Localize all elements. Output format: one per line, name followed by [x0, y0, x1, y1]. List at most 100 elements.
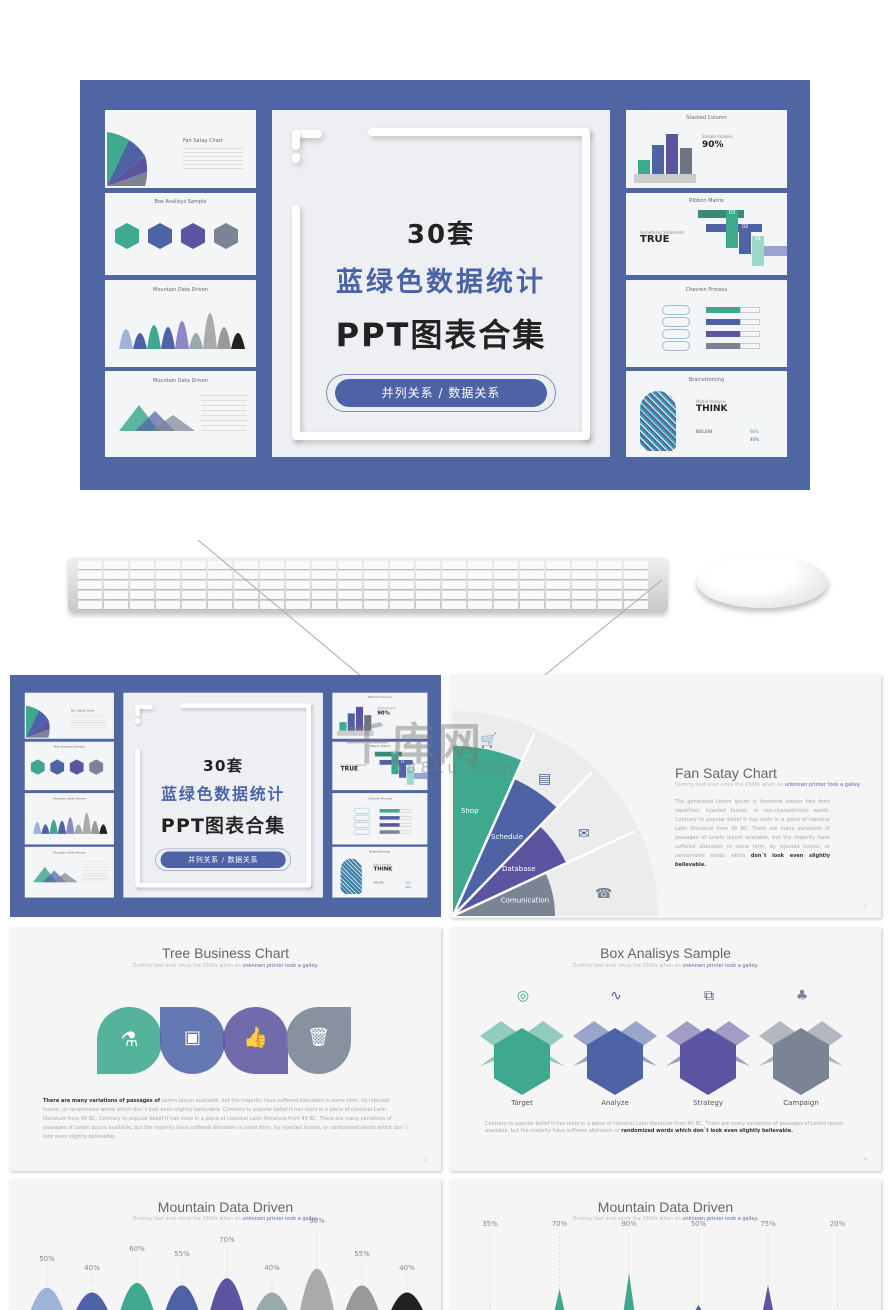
ribbon	[764, 246, 787, 256]
thumb-box-analysis[interactable]: Box Analisys Sample	[105, 193, 256, 275]
thumb-mountain-2[interactable]: Mountain Data Driven	[105, 371, 256, 457]
cover-title-ppt: PPT图表合集	[123, 811, 323, 838]
thumb-brainstorming[interactable]: Brainstroming Media Analysis THINK 800,6…	[332, 847, 427, 898]
page-number: 3	[424, 1157, 427, 1163]
frame-dot	[292, 153, 300, 163]
ribbon-number: 02	[739, 224, 751, 254]
mountain-mark	[41, 824, 49, 833]
fan-sector-label: Schedule	[491, 833, 523, 841]
thumb-mountain-2[interactable]: Mountain Data Driven	[25, 847, 114, 898]
legend-lines	[81, 861, 108, 882]
mountain-graphic	[31, 808, 108, 835]
trash-icon: 🗑	[286, 1027, 351, 1048]
thumb-title: Mountain Data Driven	[105, 378, 256, 384]
mountain-mark	[33, 822, 41, 834]
stat-number: 800,694	[374, 881, 384, 884]
thumb-title: Box Analisys Sample	[105, 199, 256, 205]
mountain-value-label: 40%	[257, 1264, 287, 1272]
slide-body: There are many variations of passages of…	[43, 1097, 408, 1142]
thumb-stacked-column[interactable]: Stacked Column Simple Analysis 90%	[626, 110, 787, 188]
mountain-value-label: 35%	[475, 1220, 505, 1228]
box-icon	[214, 223, 238, 249]
mountain-mark	[299, 1269, 335, 1310]
thumb-mountain-1[interactable]: Mountain Data Driven	[105, 280, 256, 367]
chevron-outline	[662, 317, 690, 327]
stat-number: 800,694	[696, 429, 713, 434]
thumb-title: Mountain Data Driven	[25, 797, 114, 801]
thumb-brainstorming[interactable]: Brainstroming Media Analysis THINK 800,6…	[626, 371, 787, 457]
slide-fan-satay-chart[interactable]: ShopScheduleDatabaseComunication🛒▤✉☎ Fan…	[450, 675, 881, 918]
thumb-mountain-1[interactable]: Mountain Data Driven	[25, 793, 114, 844]
watermark-url: 588ku.com	[392, 758, 517, 777]
strategy-icon: ⧉	[694, 988, 724, 1004]
cover-slide: 30套 蓝绿色数据统计 PPT图表合集 并列关系 / 数据关系	[123, 693, 323, 898]
legend-lines	[201, 395, 247, 431]
mountain-value-label: 55%	[167, 1250, 197, 1258]
chevron-text-box	[740, 343, 760, 349]
fan-chart: ShopScheduleDatabaseComunication🛒▤✉☎	[450, 675, 710, 918]
thumb-fan-chart[interactable]: Fan Satay Chart	[25, 693, 114, 739]
box-icon	[115, 223, 139, 249]
chevron-text-box	[740, 307, 760, 313]
mountain-graphic	[115, 305, 246, 350]
chevron-text-box	[400, 809, 412, 813]
slide-box-analysis-sample[interactable]: Box Analisys Sample Dummy text ever sinc…	[450, 928, 881, 1171]
flask-icon: ⚗	[97, 1027, 162, 1051]
mountain-mark	[58, 821, 66, 834]
chevron-outline	[662, 329, 690, 339]
cover-title-cn: 蓝绿色数据统计	[123, 781, 323, 804]
mountain-value-label: 50%	[684, 1220, 714, 1228]
cover-tag: 并列关系 / 数据关系	[335, 379, 547, 407]
box-icon	[70, 759, 84, 774]
chevron-step	[706, 343, 740, 349]
mountain-mark	[254, 1293, 290, 1310]
box-icon	[148, 223, 172, 249]
mountain-mark	[133, 333, 147, 349]
fan-sector-label: Database	[502, 865, 535, 873]
leaf-flask: ⚗	[97, 1007, 162, 1074]
mountain-mark	[147, 325, 161, 349]
stat-percent: 40%	[406, 886, 411, 889]
box-icon	[89, 759, 103, 774]
thumb-chevron-process[interactable]: Chevron Process	[332, 793, 427, 844]
thumb-ribbon-matrix[interactable]: Ribbon Matrix Something Statement TRUE 0…	[626, 193, 787, 275]
thumb-fan-chart[interactable]: Fan Satay Chart	[105, 110, 256, 188]
thumb-title: Box Analisys Sample	[25, 745, 114, 749]
mountain-graphic	[117, 393, 197, 433]
box-icon	[50, 759, 64, 774]
mountain-mark	[119, 329, 133, 349]
thumb-title: Brainstroming	[332, 850, 427, 854]
thumb-title: Chevron Process	[626, 287, 787, 293]
thumb-title: Fan Satay Chart	[183, 138, 223, 144]
leaf-trash: 🗑	[286, 1007, 351, 1074]
cover-tag-outline: 并列关系 / 数据关系	[155, 849, 291, 871]
thumb-chevron-process[interactable]: Chevron Process	[626, 280, 787, 367]
slide-title: Box Analisys Sample	[450, 945, 881, 961]
column	[652, 145, 664, 174]
mountain-mark	[99, 824, 107, 833]
leaf-thumbs-up: 👍	[223, 1007, 288, 1074]
mountain-mark	[164, 1285, 200, 1310]
chevron-step	[380, 823, 400, 827]
chevron-step	[380, 809, 400, 813]
mountain-mark	[389, 1293, 425, 1310]
mountain-value-label: 40%	[77, 1264, 107, 1272]
slide-mountain-data-left[interactable]: Mountain Data Driven Dummy text ever sin…	[10, 1180, 441, 1310]
chevron-text-box	[400, 823, 412, 827]
slide-mountain-data-right[interactable]: Mountain Data Driven Dummy text ever sin…	[450, 1180, 881, 1310]
mountain-chart	[10, 1180, 441, 1310]
frame-bottom	[135, 883, 311, 888]
thumb-title: Mountain Data Driven	[105, 287, 256, 293]
mountain-value-label: 55%	[347, 1250, 377, 1258]
head-icons-graphic	[640, 391, 676, 451]
slide-title: Fan Satay Chart	[675, 765, 777, 781]
chevron-step	[380, 816, 400, 820]
slide-subtitle: Dummy text ever since the 1500s when an …	[675, 782, 861, 788]
mountain-mark	[203, 313, 217, 349]
box-label: Analyze	[575, 1099, 655, 1107]
mountain-mark	[29, 1288, 65, 1310]
slide-subtitle: Dummy text ever since the 1500s when an …	[10, 963, 441, 969]
thumb-box-analysis[interactable]: Box Analisys Sample	[25, 742, 114, 790]
mountain-value-label: 40%	[392, 1264, 422, 1272]
slide-tree-business-chart[interactable]: Tree Business Chart Dummy text ever sinc…	[10, 928, 441, 1171]
